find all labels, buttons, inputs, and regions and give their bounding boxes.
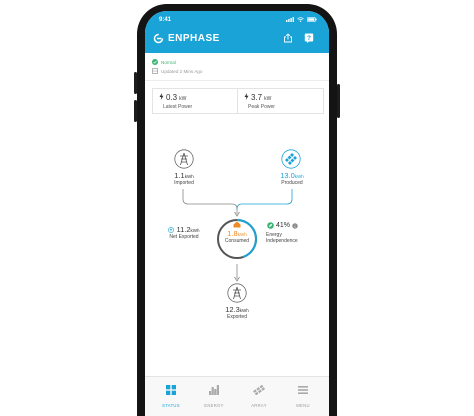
export-arrow-icon [168,226,175,233]
imported-unit: kWh [184,174,194,179]
tab-bar: STATUS ENERGY ARRAY MENU [145,376,329,416]
net-exported-unit: kWh [190,228,200,233]
solar-panel-icon [281,149,301,169]
volume-up-button [134,72,137,94]
tab-status[interactable]: STATUS [151,382,191,408]
info-icon[interactable]: i [292,222,298,229]
independence-node: 41% i [267,222,298,229]
produced-value: 13.0 [280,171,295,180]
consumed-unit: kWh [237,232,247,237]
energy-flow-lines [182,189,293,282]
bar-chart-icon [209,385,219,395]
menu-icon [298,386,308,394]
svg-text:i: i [295,224,296,229]
tab-status-label: STATUS [162,403,180,408]
net-exported-value: 11.2 [176,225,191,234]
consumed-value: 1.8 [227,229,238,238]
tab-menu[interactable]: MENU [283,382,323,408]
tab-energy[interactable]: ENERGY [194,382,234,408]
app-screen: 9:41 ENPHASE ? Normal Updated 2 Mins Ago… [145,11,329,416]
net-exported-label: Net Exported [169,234,199,240]
tab-array-label: ARRAY [251,403,267,408]
produced-unit: kWh [294,174,304,179]
independence-label-line2: Independence [266,238,298,244]
tab-energy-label: ENERGY [204,403,224,408]
leaf-icon [267,222,274,229]
imported-value: 1.1 [174,171,185,180]
independence-label: Energy Independence [266,232,298,244]
power-button [337,84,340,118]
status-grid-icon [166,385,176,395]
tab-menu-label: MENU [296,403,310,408]
consumed-node: 1.8kWh Consumed [217,229,257,244]
tab-array[interactable]: ARRAY [239,382,279,408]
grid-tower-icon [174,149,194,169]
imported-label: Imported [174,180,194,186]
grid-tower-export-icon [227,283,247,303]
exported-value: 12.3 [225,305,240,314]
net-exported-node: 11.2kWh Net Exported [161,225,207,240]
volume-down-button [134,100,137,122]
solar-array-icon [253,384,266,396]
consumed-label: Consumed [224,238,250,244]
produced-node: 13.0kWh Produced [269,171,315,186]
imported-node: 1.1kWh Imported [163,171,205,186]
exported-label: Exported [226,314,247,320]
exported-unit: kWh [239,308,249,313]
exported-node: 12.3kWh Exported [215,305,259,320]
independence-value: 41% [276,222,291,229]
produced-label: Produced [281,180,303,186]
home-icon [233,221,241,228]
